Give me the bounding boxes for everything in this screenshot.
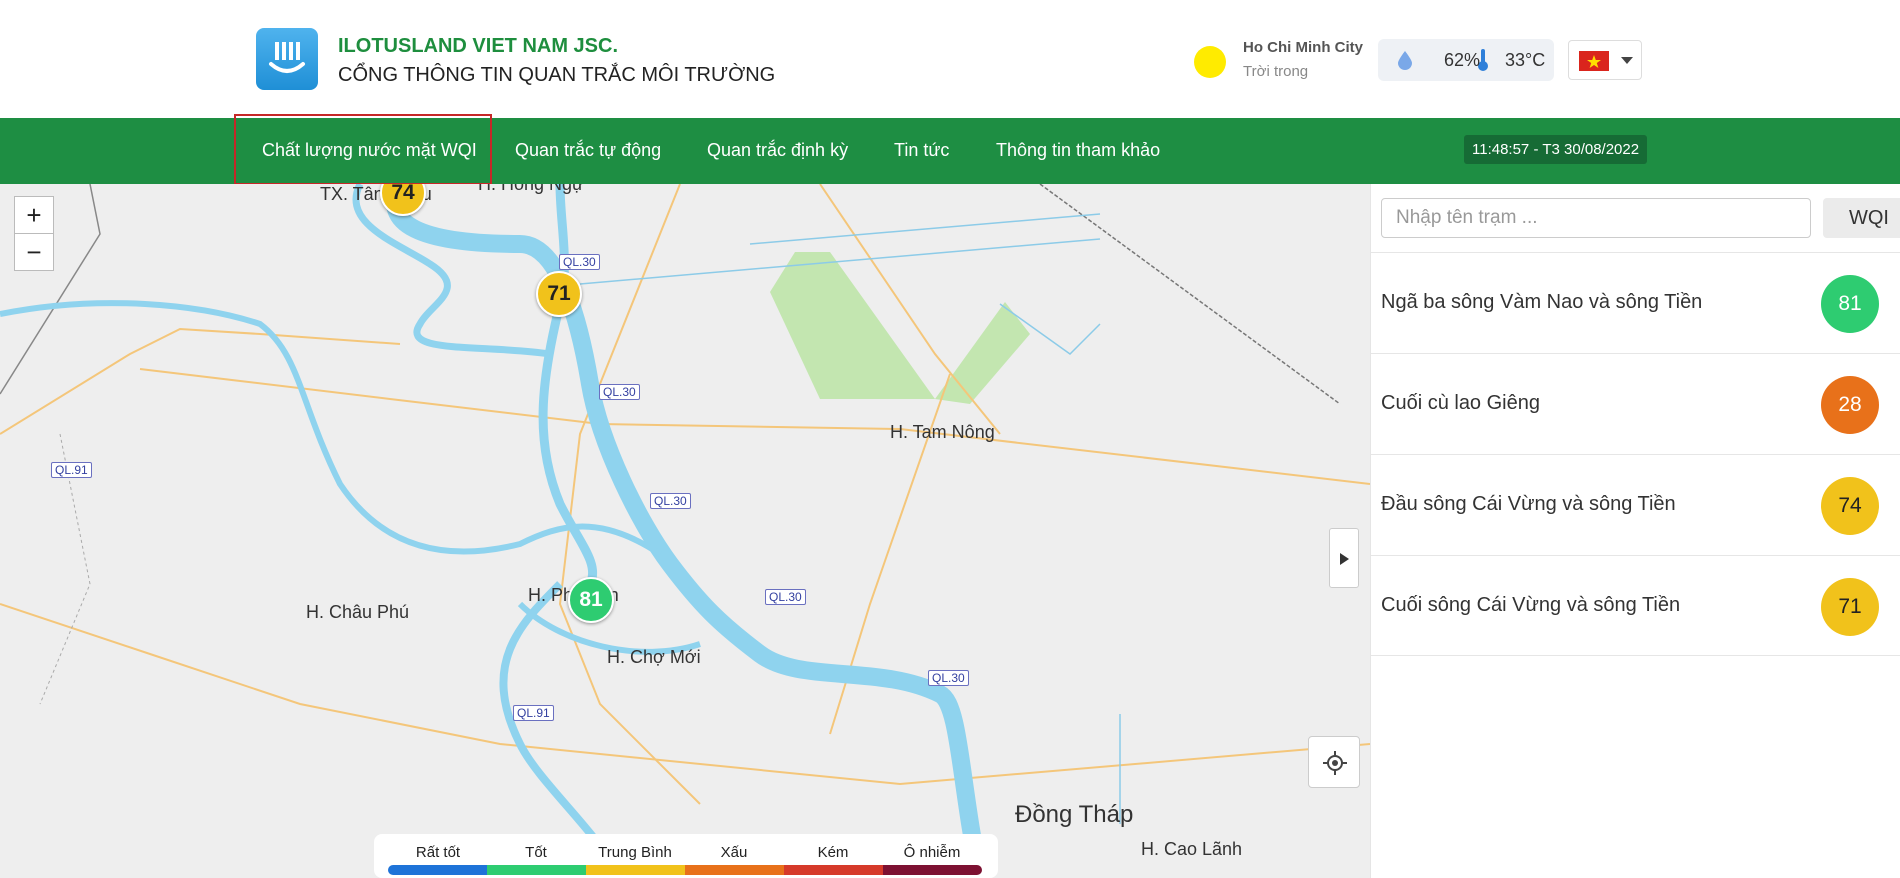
legend-label: Tốt [525,844,547,861]
wqi-badge: 71 [1821,578,1879,636]
legend-swatch [685,865,784,875]
active-nav-highlight [234,114,492,185]
map-place-label: Đồng Tháp [1015,801,1134,828]
road-label: QL.30 [559,254,600,270]
station-item[interactable]: Cuối cù lao Giêng 28 [1371,353,1900,454]
map-place-label: H. Châu Phú [306,602,410,622]
legend-label: Kém [817,844,849,861]
legend-label: Rất tốt [415,844,461,861]
road-label: QL.30 [928,670,969,686]
station-item[interactable]: Ngã ba sông Vàm Nao và sông Tiền 81 [1371,252,1900,353]
weather-condition: Trời trong [1243,63,1309,80]
portal-title: CỔNG THÔNG TIN QUAN TRẮC MÔI TRƯỜNG [338,64,776,86]
company-name: ILOTUSLAND VIET NAM JSC. [338,35,619,57]
road-label: QL.30 [650,493,691,509]
road-label: QL.91 [51,462,92,478]
legend-swatch [784,865,883,875]
station-panel: WQI Ngã ba sông Vàm Nao và sông Tiền 81 … [1370,184,1900,878]
wqi-badge: 81 [1821,275,1879,333]
legend-swatch [883,865,982,875]
language-selector[interactable] [1568,40,1642,80]
station-marker[interactable]: 71 [536,271,582,317]
nav-item-references[interactable]: Thông tin tham khảo [996,140,1160,161]
locate-button[interactable] [1308,736,1360,788]
humidity-icon [1398,51,1412,70]
sun-icon [1194,46,1226,78]
chevron-down-icon [1621,57,1633,64]
nav-item-auto-monitoring[interactable]: Quan trắc tự động [515,140,661,161]
station-search-input[interactable] [1381,198,1811,238]
map-background [0,184,1370,878]
humidity-value: 62% [1444,50,1481,70]
station-name: Ngã ba sông Vàm Nao và sông Tiền [1381,291,1703,313]
app-logo [256,28,318,90]
road-label: QL.30 [599,384,640,400]
road-label: QL.91 [513,705,554,721]
vietnam-flag-icon [1579,51,1609,71]
legend-swatch [388,865,487,875]
chevron-right-icon [1340,553,1349,565]
station-item[interactable]: Đầu sông Cái Vừng và sông Tiền 74 [1371,454,1900,555]
map-place-label: H. Chợ Mới [607,647,701,667]
nav-item-news[interactable]: Tin tức [894,140,949,161]
station-name: Cuối cù lao Giêng [1381,392,1540,414]
legend-label: Trung Bình [598,844,672,861]
legend-swatch [586,865,685,875]
map-place-label: H. Hồng Ngự [478,184,585,194]
zoom-in-button[interactable]: + [14,196,54,234]
wqi-badge: 28 [1821,376,1879,434]
legend-label: Ô nhiễm [903,844,961,861]
temperature-value: 33°C [1505,50,1546,70]
wqi-badge: 74 [1821,477,1879,535]
legend-swatch [487,865,586,875]
header: ILOTUSLAND VIET NAM JSC. CỔNG THÔNG TIN … [0,0,1900,118]
nav-item-periodic-monitoring[interactable]: Quan trắc định kỳ [707,140,848,161]
clock: 11:48:57 - T3 30/08/2022 [1464,135,1648,164]
map-place-label: H. Cao Lãnh [1141,839,1243,859]
map[interactable]: + − TX. Tân Châu H. Hồng Ngự H. Tam Nông… [0,184,1370,878]
station-marker[interactable]: 81 [568,577,614,623]
zoom-out-button[interactable]: − [14,233,54,271]
weather-city: Ho Chi Minh City [1243,39,1363,56]
road-label: QL.30 [765,589,806,605]
legend-label: Xấu [720,844,748,861]
station-item[interactable]: Cuối sông Cái Vừng và sông Tiền 71 [1371,555,1900,656]
expand-panel-button[interactable] [1329,528,1359,588]
map-place-label: H. Tam Nông [890,422,995,442]
wqi-sort-button[interactable]: WQI [1823,198,1900,238]
station-name: Cuối sông Cái Vừng và sông Tiền [1381,594,1681,616]
station-name: Đầu sông Cái Vừng và sông Tiền [1381,493,1676,515]
crosshair-icon [1323,751,1347,775]
wqi-legend: Rất tốt Tốt Trung Bình Xấu Kém Ô nhiễm [374,834,998,878]
